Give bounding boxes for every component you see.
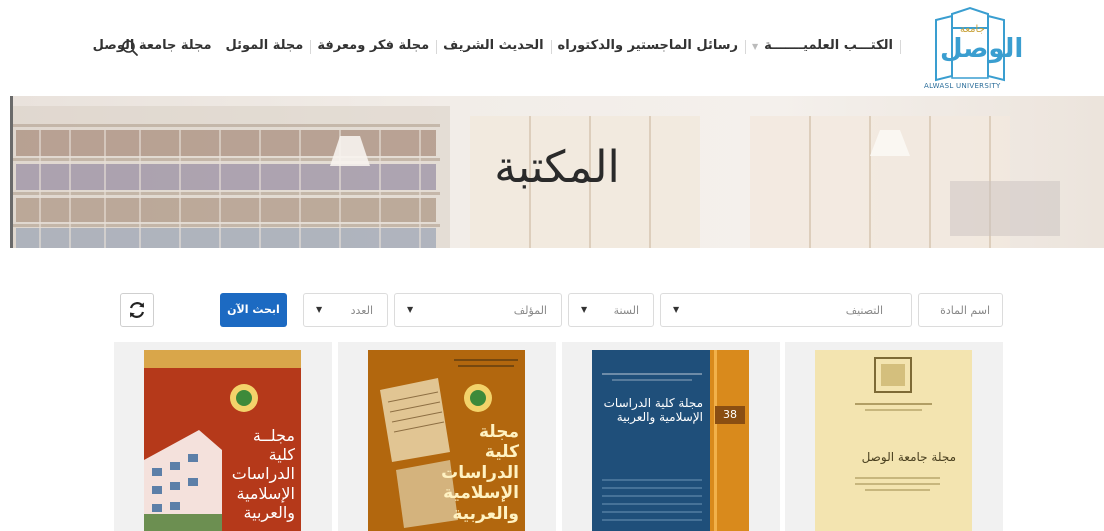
book-decoration-icon bbox=[602, 350, 749, 531]
year-placeholder: السنة bbox=[613, 304, 639, 317]
category-select[interactable]: التصنيف ▼ bbox=[660, 293, 912, 327]
book-card[interactable]: مجلة كلية الدراسات الإسلامية والعربية 38 bbox=[562, 342, 780, 531]
book-cover: مجلة كلية الدراسات الإسلامية والعربية 38 bbox=[592, 350, 749, 531]
chevron-down-icon: ▼ bbox=[581, 305, 588, 314]
book-title: مجلة كلية الدراسات الإسلامية والعربية bbox=[441, 422, 519, 524]
nav-item-scientific-books-label: الكتـــب العلميـــــــة bbox=[764, 38, 893, 53]
nav-item-hadith[interactable]: الحديث الشريف bbox=[436, 38, 552, 54]
chevron-down-icon: ▼ bbox=[673, 305, 680, 314]
site-header: جامعة الوصل ALWASL UNIVERSITY مجلة جامعة… bbox=[0, 0, 1104, 96]
refresh-icon bbox=[129, 302, 145, 318]
book-card[interactable]: مجلة جامعة الوصل bbox=[785, 342, 1003, 531]
book-title: مجلة كلية الدراسات الإسلامية والعربية bbox=[603, 396, 703, 425]
book-card[interactable]: مجلــة كلية الدراسات الإسلامية والعربية bbox=[114, 342, 332, 531]
category-placeholder: التصنيف bbox=[845, 304, 883, 317]
nav-item-fikr-journal[interactable]: مجلة فكر ومعرفة bbox=[310, 38, 437, 54]
book-cover: مجلــة كلية الدراسات الإسلامية والعربية bbox=[144, 350, 301, 531]
main-nav: مجلة جامعة الوصل مجلة الموئل مجلة فكر وم… bbox=[86, 38, 901, 54]
book-title: مجلة جامعة الوصل bbox=[861, 450, 956, 464]
chevron-down-icon: ▼ bbox=[316, 305, 323, 314]
book-emblem-icon bbox=[855, 357, 940, 491]
book-cover: مجلة كلية الدراسات الإسلامية والعربية bbox=[368, 350, 525, 531]
chevron-down-icon: ▼ bbox=[407, 305, 414, 314]
search-icon[interactable] bbox=[120, 38, 140, 58]
search-now-button[interactable]: ابحث الآن bbox=[220, 293, 287, 327]
nav-item-alwasl-journal[interactable]: مجلة جامعة الوصل bbox=[86, 38, 219, 53]
issue-number-badge: 38 bbox=[715, 406, 745, 424]
issue-select[interactable]: العدد ▼ bbox=[303, 293, 388, 327]
author-placeholder: المؤلف bbox=[513, 304, 547, 317]
issue-placeholder: العدد bbox=[350, 304, 373, 317]
book-cover: مجلة جامعة الوصل bbox=[815, 350, 972, 531]
nav-item-almawil-journal[interactable]: مجلة الموئل bbox=[219, 38, 312, 54]
logo-arabic-text: الوصل bbox=[940, 34, 1024, 64]
chevron-down-icon: ▼ bbox=[752, 42, 759, 51]
hero-left-border bbox=[10, 96, 13, 248]
book-title: مجلــة كلية الدراسات الإسلامية والعربية bbox=[231, 426, 295, 522]
hero-banner: المكتبة bbox=[10, 96, 1104, 248]
refresh-button[interactable] bbox=[120, 293, 154, 327]
page-title: المكتبة bbox=[494, 142, 620, 193]
nav-item-theses[interactable]: رسائل الماجستير والدكتوراه bbox=[551, 38, 747, 54]
author-select[interactable]: المؤلف ▼ bbox=[394, 293, 562, 327]
logo-english-text: ALWASL UNIVERSITY bbox=[924, 82, 1001, 90]
subject-name-input[interactable]: اسم المادة bbox=[918, 293, 1003, 327]
nav-item-scientific-books[interactable]: الكتـــب العلميـــــــة ▼ bbox=[745, 38, 901, 54]
site-logo[interactable]: جامعة الوصل ALWASL UNIVERSITY bbox=[922, 6, 1023, 92]
year-select[interactable]: السنة ▼ bbox=[568, 293, 654, 327]
book-card[interactable]: مجلة كلية الدراسات الإسلامية والعربية bbox=[338, 342, 556, 531]
subject-name-placeholder: اسم المادة bbox=[940, 304, 990, 317]
